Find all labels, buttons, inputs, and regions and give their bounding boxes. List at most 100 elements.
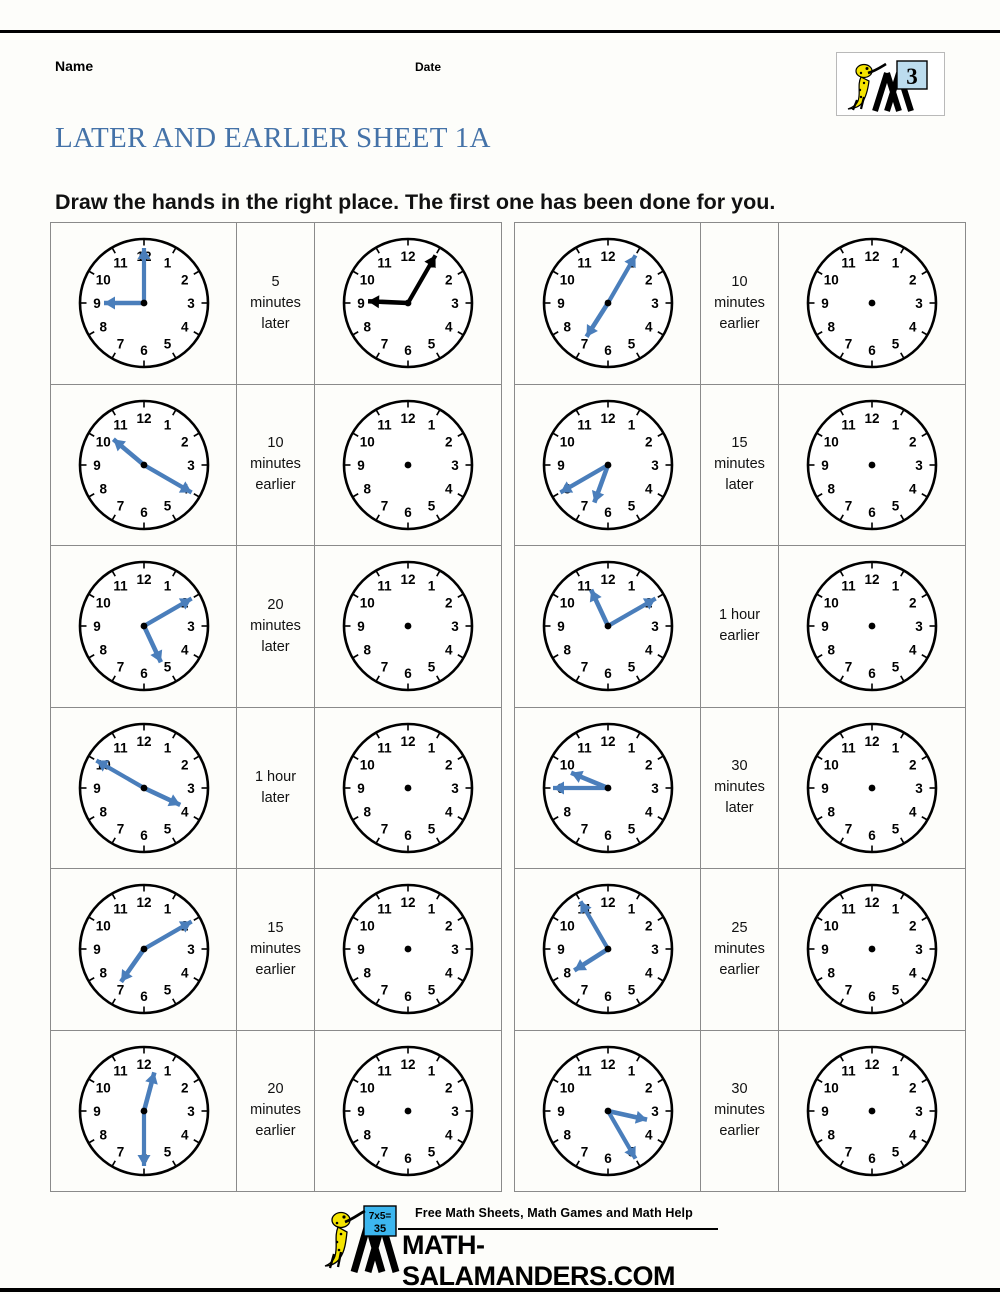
svg-text:2: 2: [909, 1080, 917, 1095]
start-clock-cell: 121234567891011: [515, 1030, 701, 1191]
page-title: LATER AND EARLIER SHEET 1A: [55, 122, 491, 155]
svg-text:3: 3: [915, 458, 923, 473]
svg-text:4: 4: [644, 481, 652, 496]
svg-text:3: 3: [915, 1104, 923, 1119]
problem-row: 1212345678910111 hourlater12123456789101…: [51, 707, 501, 869]
answer-clock-cell[interactable]: 121234567891011: [315, 223, 501, 384]
svg-text:3: 3: [651, 942, 659, 957]
svg-text:11: 11: [377, 902, 392, 917]
answer-clock-cell[interactable]: 121234567891011: [779, 869, 965, 1030]
offset-label: 20 minutes later: [250, 596, 301, 655]
offset-label: 30 minutes earlier: [714, 1081, 765, 1140]
grade-logo: 3: [836, 52, 945, 116]
svg-text:4: 4: [909, 804, 917, 819]
svg-text:12: 12: [864, 572, 879, 587]
problem-row: 1212345678910111 hourearlier121234567891…: [515, 546, 965, 708]
svg-text:11: 11: [841, 417, 856, 432]
svg-text:12: 12: [864, 249, 879, 264]
svg-text:11: 11: [377, 1063, 392, 1078]
svg-text:9: 9: [357, 781, 365, 796]
svg-text:10: 10: [360, 757, 375, 772]
answer-clock-cell[interactable]: 121234567891011: [315, 869, 501, 1030]
svg-text:10: 10: [360, 596, 375, 611]
offset-label-cell: 15 minutes later: [701, 384, 779, 545]
problem-row: 12123456789101110minutesearlier121234567…: [515, 223, 965, 385]
svg-text:3: 3: [187, 619, 195, 634]
start-clock: 121234567891011: [69, 551, 219, 701]
svg-text:12: 12: [400, 249, 415, 264]
svg-text:7: 7: [381, 498, 389, 513]
answer-clock-cell[interactable]: 121234567891011: [779, 385, 965, 546]
start-clock: 121234567891011: [533, 390, 683, 540]
svg-text:11: 11: [377, 579, 392, 594]
svg-text:10: 10: [95, 1080, 110, 1095]
svg-text:9: 9: [93, 458, 101, 473]
date-label: Date: [415, 60, 442, 74]
answer-clock: 121234567891011: [797, 390, 947, 540]
answer-clock-cell[interactable]: 121234567891011: [315, 385, 501, 546]
svg-text:6: 6: [604, 828, 612, 843]
svg-text:11: 11: [113, 417, 128, 432]
svg-text:12: 12: [600, 734, 615, 749]
problem-row: 12123456789101115minutesearlier121234567…: [51, 869, 501, 1031]
svg-text:9: 9: [93, 942, 101, 957]
svg-text:11: 11: [377, 256, 392, 271]
svg-text:2: 2: [644, 434, 652, 449]
svg-text:8: 8: [828, 643, 836, 658]
offset-label-cell: 25 minutes earlier: [701, 869, 779, 1030]
answer-clock: 121234567891011: [797, 551, 947, 701]
svg-text:5: 5: [627, 660, 635, 675]
svg-text:1: 1: [892, 417, 900, 432]
start-clock-cell: 121234567891011: [51, 707, 237, 868]
answer-clock-cell[interactable]: 121234567891011: [315, 708, 501, 869]
svg-text:11: 11: [577, 1063, 592, 1078]
svg-text:9: 9: [557, 942, 565, 957]
svg-text:8: 8: [99, 481, 107, 496]
svg-text:11: 11: [841, 579, 856, 594]
svg-text:5: 5: [892, 498, 900, 513]
svg-text:2: 2: [180, 757, 188, 772]
svg-text:12: 12: [600, 1057, 615, 1072]
answer-clock: 121234567891011: [333, 713, 483, 863]
answer-clock: 121234567891011: [333, 874, 483, 1024]
svg-text:4: 4: [180, 1127, 188, 1142]
svg-text:10: 10: [824, 596, 839, 611]
svg-text:3: 3: [651, 781, 659, 796]
svg-text:5: 5: [892, 1144, 900, 1159]
svg-text:4: 4: [445, 320, 453, 335]
svg-text:12: 12: [136, 411, 151, 426]
svg-text:5: 5: [428, 1144, 436, 1159]
worksheet-header: Name Date 3: [55, 52, 945, 116]
svg-text:8: 8: [828, 966, 836, 981]
svg-text:9: 9: [821, 781, 829, 796]
answer-clock-cell[interactable]: 121234567891011: [779, 1031, 965, 1192]
svg-text:8: 8: [99, 320, 107, 335]
svg-text:6: 6: [868, 1151, 876, 1166]
footer-sum-bottom: 35: [374, 1223, 386, 1235]
answer-clock-cell[interactable]: 121234567891011: [315, 1031, 501, 1192]
svg-text:3: 3: [187, 942, 195, 957]
svg-text:10: 10: [559, 1080, 574, 1095]
problem-row: 12123456789101110minutesearlier121234567…: [51, 384, 501, 546]
svg-text:4: 4: [445, 643, 453, 658]
svg-text:9: 9: [357, 458, 365, 473]
svg-text:1: 1: [163, 1063, 171, 1078]
svg-text:12: 12: [864, 1057, 879, 1072]
answer-clock-cell[interactable]: 121234567891011: [779, 708, 965, 869]
svg-text:6: 6: [868, 505, 876, 520]
svg-text:7: 7: [381, 1144, 389, 1159]
svg-text:9: 9: [557, 1104, 565, 1119]
svg-text:12: 12: [136, 572, 151, 587]
svg-text:2: 2: [445, 757, 453, 772]
svg-text:1: 1: [428, 579, 436, 594]
svg-text:6: 6: [868, 666, 876, 681]
answer-clock-cell[interactable]: 121234567891011: [315, 546, 501, 707]
svg-text:1: 1: [892, 902, 900, 917]
problem-row: 12123456789101115minuteslater12123456789…: [515, 384, 965, 546]
svg-text:11: 11: [841, 256, 856, 271]
svg-text:10: 10: [95, 273, 110, 288]
svg-text:12: 12: [600, 411, 615, 426]
answer-clock-cell[interactable]: 121234567891011: [779, 546, 965, 707]
answer-clock-cell[interactable]: 121234567891011: [779, 223, 965, 384]
svg-text:12: 12: [400, 895, 415, 910]
